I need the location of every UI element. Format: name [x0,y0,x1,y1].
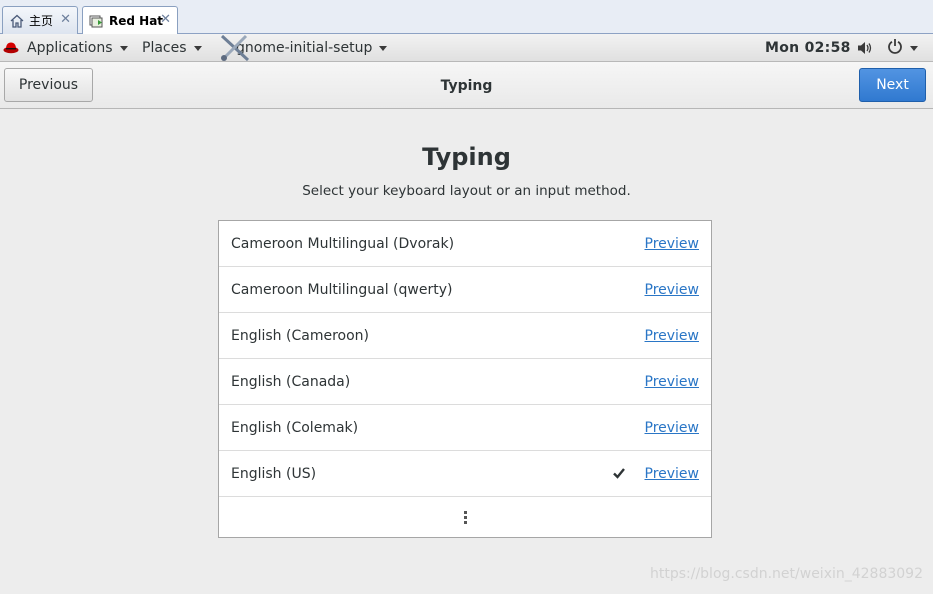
preview-link[interactable]: Preview [645,328,700,344]
preview-link[interactable]: Preview [645,374,700,390]
chevron-down-icon [910,45,918,51]
layout-row[interactable]: English (Cameroon) Preview [219,313,711,359]
applications-menu[interactable]: Applications [3,34,128,62]
gnome-top-bar: Applications Places gnome-initial-setup … [0,34,933,62]
next-button[interactable]: Next [859,68,926,102]
home-icon [8,12,26,30]
layout-name: Cameroon Multilingual (Dvorak) [231,235,455,252]
page-subtitle: Select your keyboard layout or an input … [302,183,631,199]
checkmark-icon [612,465,626,479]
close-icon[interactable]: ✕ [160,12,171,27]
power-icon [887,38,903,58]
system-menu[interactable] [887,34,918,62]
preview-link[interactable]: Preview [645,420,700,436]
tools-icon [216,34,254,62]
places-menu[interactable]: Places [142,34,202,62]
layout-row[interactable]: Cameroon Multilingual (qwerty) Preview [219,267,711,313]
previous-button[interactable]: Previous [4,68,93,102]
layout-name: English (US) [231,465,317,482]
vm-icon [88,12,106,30]
layout-row[interactable]: Cameroon Multilingual (Dvorak) Preview [219,221,711,267]
preview-link[interactable]: Preview [645,466,700,482]
layout-name: English (Cameroon) [231,327,369,344]
more-options-icon [463,510,467,524]
app-menu-label: gnome-initial-setup [236,40,373,56]
redhat-logo-icon [3,40,19,56]
places-label: Places [142,40,187,56]
layout-row[interactable]: English (Colemak) Preview [219,405,711,451]
keyboard-layout-list: Cameroon Multilingual (Dvorak) Preview C… [218,220,712,538]
clock[interactable]: Mon 02:58 [765,34,851,62]
layout-row[interactable]: English (Canada) Preview [219,359,711,405]
vm-tab-redhat[interactable]: Red Hat ✕ [82,6,178,35]
app-menu[interactable]: gnome-initial-setup [216,34,388,62]
watermark: https://blog.csdn.net/weixin_42883092 [649,566,923,582]
applications-label: Applications [27,40,113,56]
preview-link[interactable]: Preview [645,236,700,252]
vm-tab-redhat-label: Red Hat [109,14,164,28]
layout-name: English (Canada) [231,373,351,390]
more-layouts-button[interactable] [219,497,711,537]
vm-tab-home[interactable]: 主页 ✕ [2,6,78,34]
header-title: Typing [440,77,493,94]
header-bar: Typing Previous Next [0,62,933,109]
layout-name: English (Colemak) [231,419,359,436]
chevron-down-icon [119,45,128,51]
chevron-down-icon [379,45,388,51]
volume-icon[interactable] [857,34,873,62]
chevron-down-icon [193,45,202,51]
page-title: Typing [422,143,511,171]
vm-tab-strip: 主页 ✕ Red Hat ✕ [0,0,933,35]
preview-link[interactable]: Preview [645,282,700,298]
layout-name: Cameroon Multilingual (qwerty) [231,281,453,298]
close-icon[interactable]: ✕ [60,12,71,27]
vm-tab-home-label: 主页 [29,14,54,28]
layout-row-selected[interactable]: English (US) Preview [219,451,711,497]
